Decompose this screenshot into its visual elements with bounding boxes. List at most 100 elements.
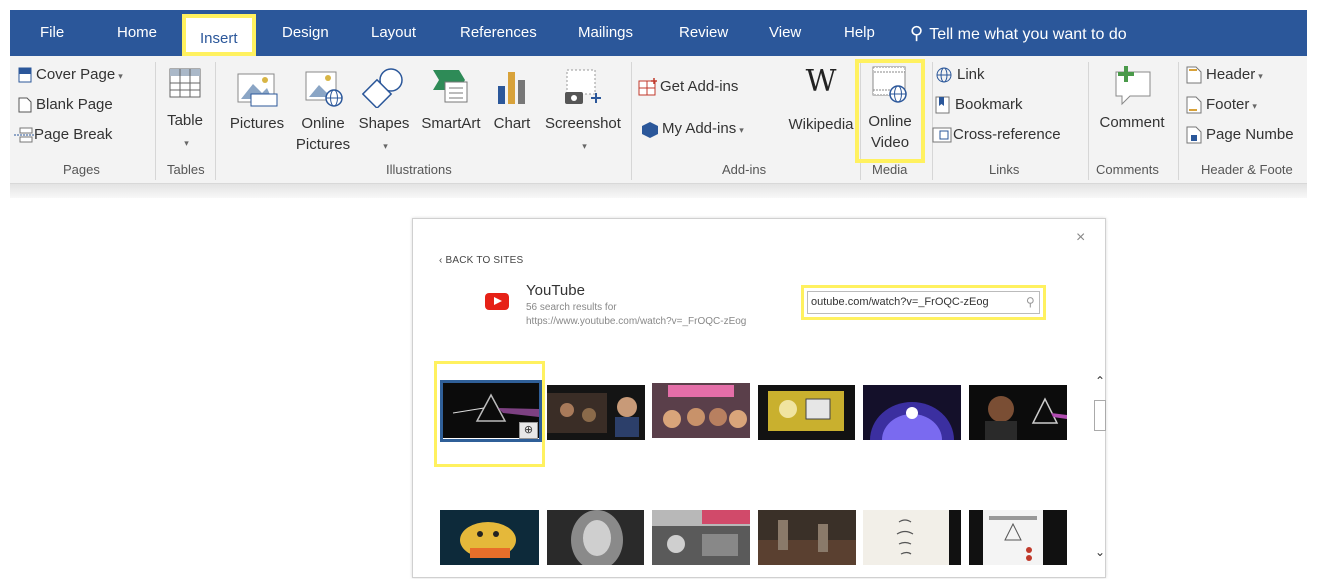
group-separator (1088, 62, 1089, 180)
zoom-icon[interactable]: ⊕ (519, 422, 538, 439)
link-button[interactable]: Link (935, 64, 985, 86)
group-label-comments: Comments (1096, 162, 1159, 177)
screenshot-button[interactable]: Screenshot ▾ (540, 66, 626, 157)
online-video-label-line1: Online (868, 113, 912, 130)
website-thumbnail-image (969, 510, 1067, 565)
online-video-icon (872, 66, 907, 103)
page-break-icon (14, 127, 34, 143)
online-pictures-button[interactable]: Online Pictures (290, 66, 356, 155)
tab-file[interactable]: File (40, 10, 64, 56)
video-thumbnail[interactable] (969, 385, 1067, 440)
bookmark-button[interactable]: Bookmark (935, 94, 1023, 116)
page-number-button[interactable]: Page Numbe (1186, 124, 1294, 146)
group-separator (215, 62, 216, 180)
page-break-label: Page Break (34, 126, 113, 143)
group-label-media: Media (872, 162, 908, 177)
screenshot-label: Screenshot (545, 115, 621, 132)
group-label-pages: Pages (63, 162, 100, 177)
page-number-label: Page Numbe (1206, 126, 1294, 143)
results-scrollbar[interactable]: ⌃ ⌄ (1093, 374, 1107, 579)
group-label-header-footer: Header & Foote (1201, 162, 1293, 177)
tab-references[interactable]: References (460, 10, 537, 56)
shapes-icon (362, 68, 403, 108)
table-button[interactable]: Table ▾ (163, 66, 207, 154)
video-thumbnail[interactable] (652, 510, 750, 565)
group-separator (932, 62, 933, 180)
smartart-button[interactable]: SmartArt (415, 66, 487, 134)
online-video-button[interactable]: Online Video (861, 65, 919, 153)
chevron-down-icon: ▾ (582, 141, 587, 151)
cover-page-label: Cover Page (36, 66, 116, 83)
video-thumbnail[interactable] (863, 385, 961, 440)
smartart-icon (433, 70, 468, 103)
my-addins-button[interactable]: My Add-ins ▾ (640, 118, 744, 140)
online-pictures-label-line1: Online (301, 115, 345, 132)
insert-video-dialog: ‹ BACK TO SITES × YouTube 56 search resu… (412, 218, 1106, 578)
my-addins-label: My Add-ins (662, 120, 737, 137)
online-pictures-label-line2: Pictures (295, 136, 351, 153)
chevron-down-icon: ▾ (1258, 71, 1263, 81)
table-icon (169, 68, 201, 98)
video-thumbnail[interactable] (758, 510, 856, 565)
tab-insert[interactable]: Insert (182, 14, 256, 56)
result-query: https://www.youtube.com/watch?v=_FrOQC-z… (526, 316, 747, 327)
cover-page-button[interactable]: Cover Page ▾ (18, 64, 123, 86)
my-addins-icon (642, 122, 658, 139)
video-thumbnail[interactable] (652, 383, 750, 438)
video-thumbnail[interactable] (969, 510, 1067, 565)
ribbon-insert: Cover Page ▾ Blank Page Page Break Pages … (10, 56, 1307, 184)
shapes-button[interactable]: Shapes ▾ (355, 66, 413, 157)
youtube-logo-icon (485, 293, 509, 310)
reaction-thumbnail-image (652, 383, 750, 438)
wikipedia-button[interactable]: W Wikipedia (787, 62, 855, 135)
online-video-label-line2: Video (870, 134, 910, 151)
screenshot-icon (565, 69, 601, 104)
tab-mailings[interactable]: Mailings (578, 10, 633, 56)
page-number-icon (1186, 126, 1202, 144)
back-to-sites-link[interactable]: ‹ BACK TO SITES (439, 255, 523, 266)
tab-layout[interactable]: Layout (371, 10, 416, 56)
scroll-thumb[interactable] (1094, 400, 1106, 431)
search-icon[interactable]: ⚲ (1026, 292, 1035, 313)
blank-page-icon (18, 97, 32, 113)
video-thumbnail[interactable] (547, 385, 645, 440)
page-break-button[interactable]: Page Break (14, 124, 112, 146)
cross-reference-button[interactable]: Cross-reference (932, 124, 1061, 146)
video-thumbnail[interactable] (863, 510, 961, 565)
chart-button[interactable]: Chart (486, 66, 538, 134)
footer-label: Footer (1206, 96, 1250, 113)
comment-label: Comment (1099, 114, 1165, 131)
footer-button[interactable]: Footer ▾ (1186, 94, 1257, 116)
tab-review[interactable]: Review (679, 10, 728, 56)
pictures-icon (237, 73, 278, 107)
tell-me-label: Tell me what you want to do (929, 26, 1127, 43)
scroll-down-icon[interactable]: ⌄ (1093, 545, 1107, 559)
ribbon-tab-bar: File Home Insert Design Layout Reference… (10, 10, 1307, 56)
video-thumbnail[interactable] (440, 510, 539, 565)
link-label: Link (957, 66, 985, 83)
video-thumbnail[interactable] (547, 510, 644, 565)
get-addins-button[interactable]: Get Add-ins (638, 76, 738, 98)
video-thumbnail[interactable] (758, 385, 855, 440)
album-thumbnail-image (758, 385, 855, 440)
cross-reference-label: Cross-reference (953, 126, 1061, 143)
tab-view[interactable]: View (769, 10, 801, 56)
video-search-input[interactable]: outube.com/watch?v=_FrOQC-zEog ⚲ (807, 291, 1040, 314)
blank-page-button[interactable]: Blank Page (18, 94, 113, 116)
ribbon-shadow (10, 184, 1307, 198)
pictures-button[interactable]: Pictures (224, 66, 290, 134)
tab-home[interactable]: Home (117, 10, 157, 56)
scroll-up-icon[interactable]: ⌃ (1093, 374, 1107, 388)
tell-me-box[interactable]: ⚲ Tell me what you want to do (910, 10, 1127, 56)
chevron-down-icon: ▾ (118, 71, 123, 81)
cartoon-thumbnail-image (440, 510, 539, 565)
tab-help[interactable]: Help (844, 10, 875, 56)
header-button[interactable]: Header ▾ (1186, 64, 1263, 86)
comment-button[interactable]: Comment (1092, 64, 1172, 133)
close-icon[interactable]: × (1076, 229, 1085, 247)
dome-thumbnail-image (863, 385, 961, 440)
group-separator (631, 62, 632, 180)
header-label: Header (1206, 66, 1256, 83)
tab-design[interactable]: Design (282, 10, 329, 56)
pictures-label: Pictures (229, 115, 285, 132)
